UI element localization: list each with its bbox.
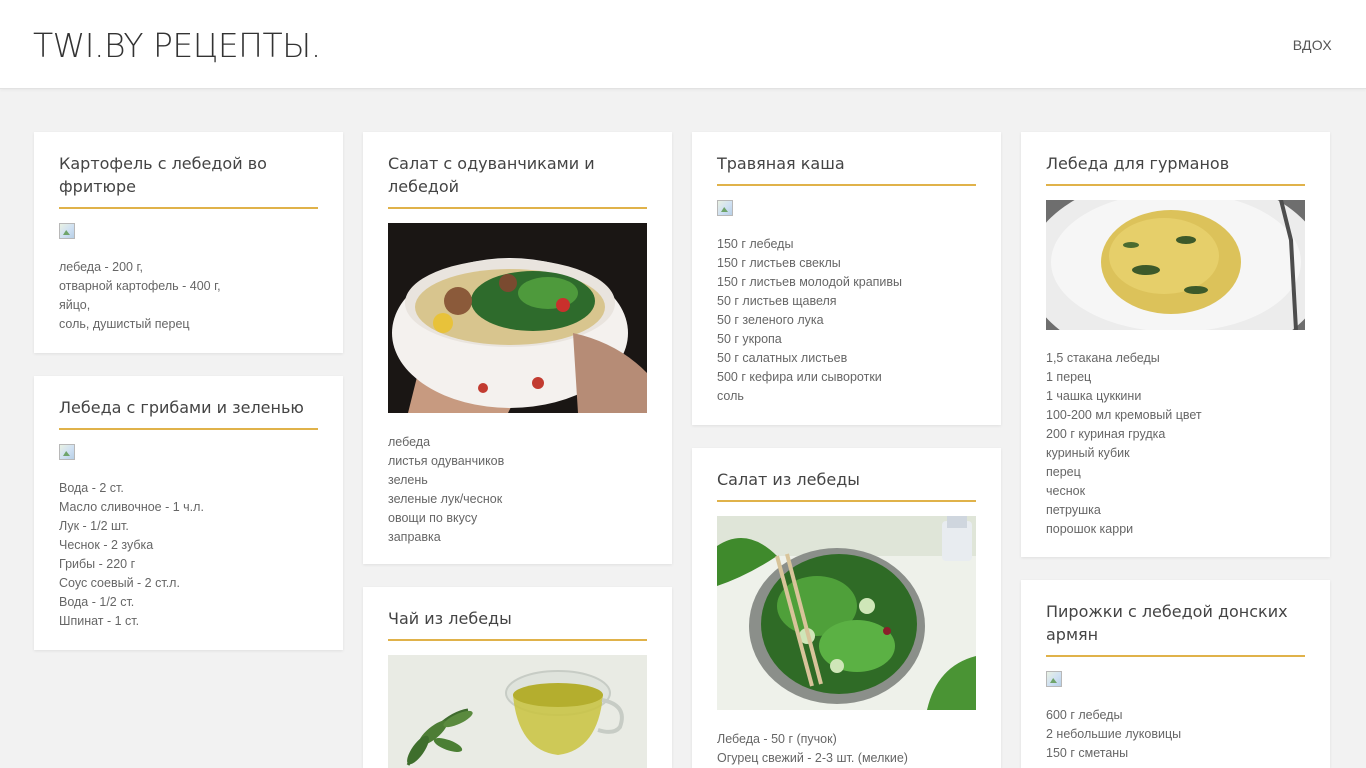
site-header: TWI.BY РЕЦЕПТЫ. ВДОХ [0,0,1366,89]
ingredient: петрушка [1046,503,1101,517]
ingredient: Чеснок - 2 зубка [59,538,154,552]
broken-image-icon [59,223,75,239]
recipe-title[interactable]: Лебеда с грибами и зеленью [59,396,318,430]
ingredient: 150 г листьев молодой крапивы [717,275,903,289]
ingredient: 50 г укропа [717,332,782,346]
ingredient: 500 г кефира или сыворотки [717,370,882,384]
ingredient: яйцо, [59,298,91,312]
ingredient: 2 небольшие луковицы [1046,727,1182,741]
recipe-title[interactable]: Лебеда для гурманов [1046,152,1305,186]
ingredient: Лебеда - 50 г (пучок) [717,732,837,746]
recipe-title[interactable]: Картофель с лебедой во фритюре [59,152,318,209]
recipe-card[interactable]: Пирожки с лебедой донских армян 600 г ле… [1021,580,1330,768]
broken-image-icon [717,200,733,216]
recipe-photo[interactable] [717,516,976,710]
ingredient: 1 чашка цуккини [1046,389,1142,403]
ingredient: отварной картофель - 400 г, [59,279,221,293]
recipe-photo[interactable] [388,655,647,768]
ingredient: порошок карри [1046,522,1134,536]
ingredient: Огурец свежий - 2-3 шт. (мелкие) [717,751,908,765]
recipe-card[interactable]: Чай из лебеды [363,587,672,768]
recipe-title[interactable]: Салат с одуванчиками и лебедой [388,152,647,209]
recipe-title[interactable]: Чай из лебеды [388,607,647,641]
ingredient: 200 г куриная грудка [1046,427,1166,441]
ingredient: 150 г листьев свеклы [717,256,841,270]
recipe-card[interactable]: Картофель с лебедой во фритюре лебеда - … [34,132,343,353]
recipe-photo[interactable] [1046,200,1305,330]
ingredient: перец [1046,465,1081,479]
ingredient: Лук - 1/2 шт. [59,519,129,533]
recipe-title[interactable]: Салат из лебеды [717,468,976,502]
ingredient: Шпинат - 1 ст. [59,614,140,628]
ingredient: 150 г сметаны [1046,746,1129,760]
ingredient: соль, душистый перец [59,317,190,331]
ingredient-list: Вода - 2 ст. Масло сливочное - 1 ч.л. Лу… [59,479,318,631]
ingredient-list: лебеда - 200 г, отварной картофель - 400… [59,258,318,334]
ingredient-list: 150 г лебеды 150 г листьев свеклы 150 г … [717,235,976,406]
ingredient-list: лебеда листья одуванчиков зелень зеленые… [388,433,647,547]
ingredient: листья одуванчиков [388,454,505,468]
ingredient: 1 перец [1046,370,1092,384]
ingredient: зеленые лук/чеснок [388,492,503,506]
ingredient: 600 г лебеды [1046,708,1123,722]
ingredient: 50 г зеленого лука [717,313,824,327]
ingredient: овощи по вкусу [388,511,478,525]
recipe-photo[interactable] [388,223,647,413]
broken-image-icon [1046,671,1062,687]
ingredient: 50 г салатных листьев [717,351,848,365]
ingredient: 100-200 мл кремовый цвет [1046,408,1202,422]
ingredient: Вода - 2 ст. [59,481,124,495]
ingredient: заправка [388,530,441,544]
recipe-title[interactable]: Травяная каша [717,152,976,186]
ingredient: соль [717,389,744,403]
ingredient: лебеда - 200 г, [59,260,143,274]
ingredient: 1,5 стакана лебеды [1046,351,1160,365]
broken-image-icon [59,444,75,460]
ingredient: Вода - 1/2 ст. [59,595,135,609]
recipe-card[interactable]: Салат с одуванчиками и лебедой лебеда ли… [363,132,672,564]
ingredient-list: Лебеда - 50 г (пучок) Огурец свежий - 2-… [717,730,976,768]
recipe-card[interactable]: Лебеда для гурманов 1,5 стакана лебеды 1… [1021,132,1330,557]
recipe-title[interactable]: Пирожки с лебедой донских армян [1046,600,1305,657]
recipe-card[interactable]: Травяная каша 150 г лебеды 150 г листьев… [692,132,1001,425]
ingredient: зелень [388,473,428,487]
ingredient: Масло сливочное - 1 ч.л. [59,500,204,514]
ingredient: Грибы - 220 г [59,557,136,571]
ingredient: лебеда [388,435,431,449]
recipe-card[interactable]: Салат из лебеды Лебеда - 50 г (пучок) Ог… [692,448,1001,768]
site-logo-link[interactable]: TWI.BY РЕЦЕПТЫ. [33,26,321,65]
ingredient: чеснок [1046,484,1086,498]
ingredient: Соус соевый - 2 ст.л. [59,576,180,590]
ingredient: 150 г лебеды [717,237,794,251]
login-link[interactable]: ВДОХ [1293,37,1332,53]
ingredient: 50 г листьев щавеля [717,294,837,308]
ingredient-list: 600 г лебеды 2 небольшие луковицы 150 г … [1046,706,1305,763]
ingredient-list: 1,5 стакана лебеды 1 перец 1 чашка цукки… [1046,349,1305,539]
recipe-card[interactable]: Лебеда с грибами и зеленью Вода - 2 ст. … [34,376,343,650]
ingredient: куриный кубик [1046,446,1130,460]
